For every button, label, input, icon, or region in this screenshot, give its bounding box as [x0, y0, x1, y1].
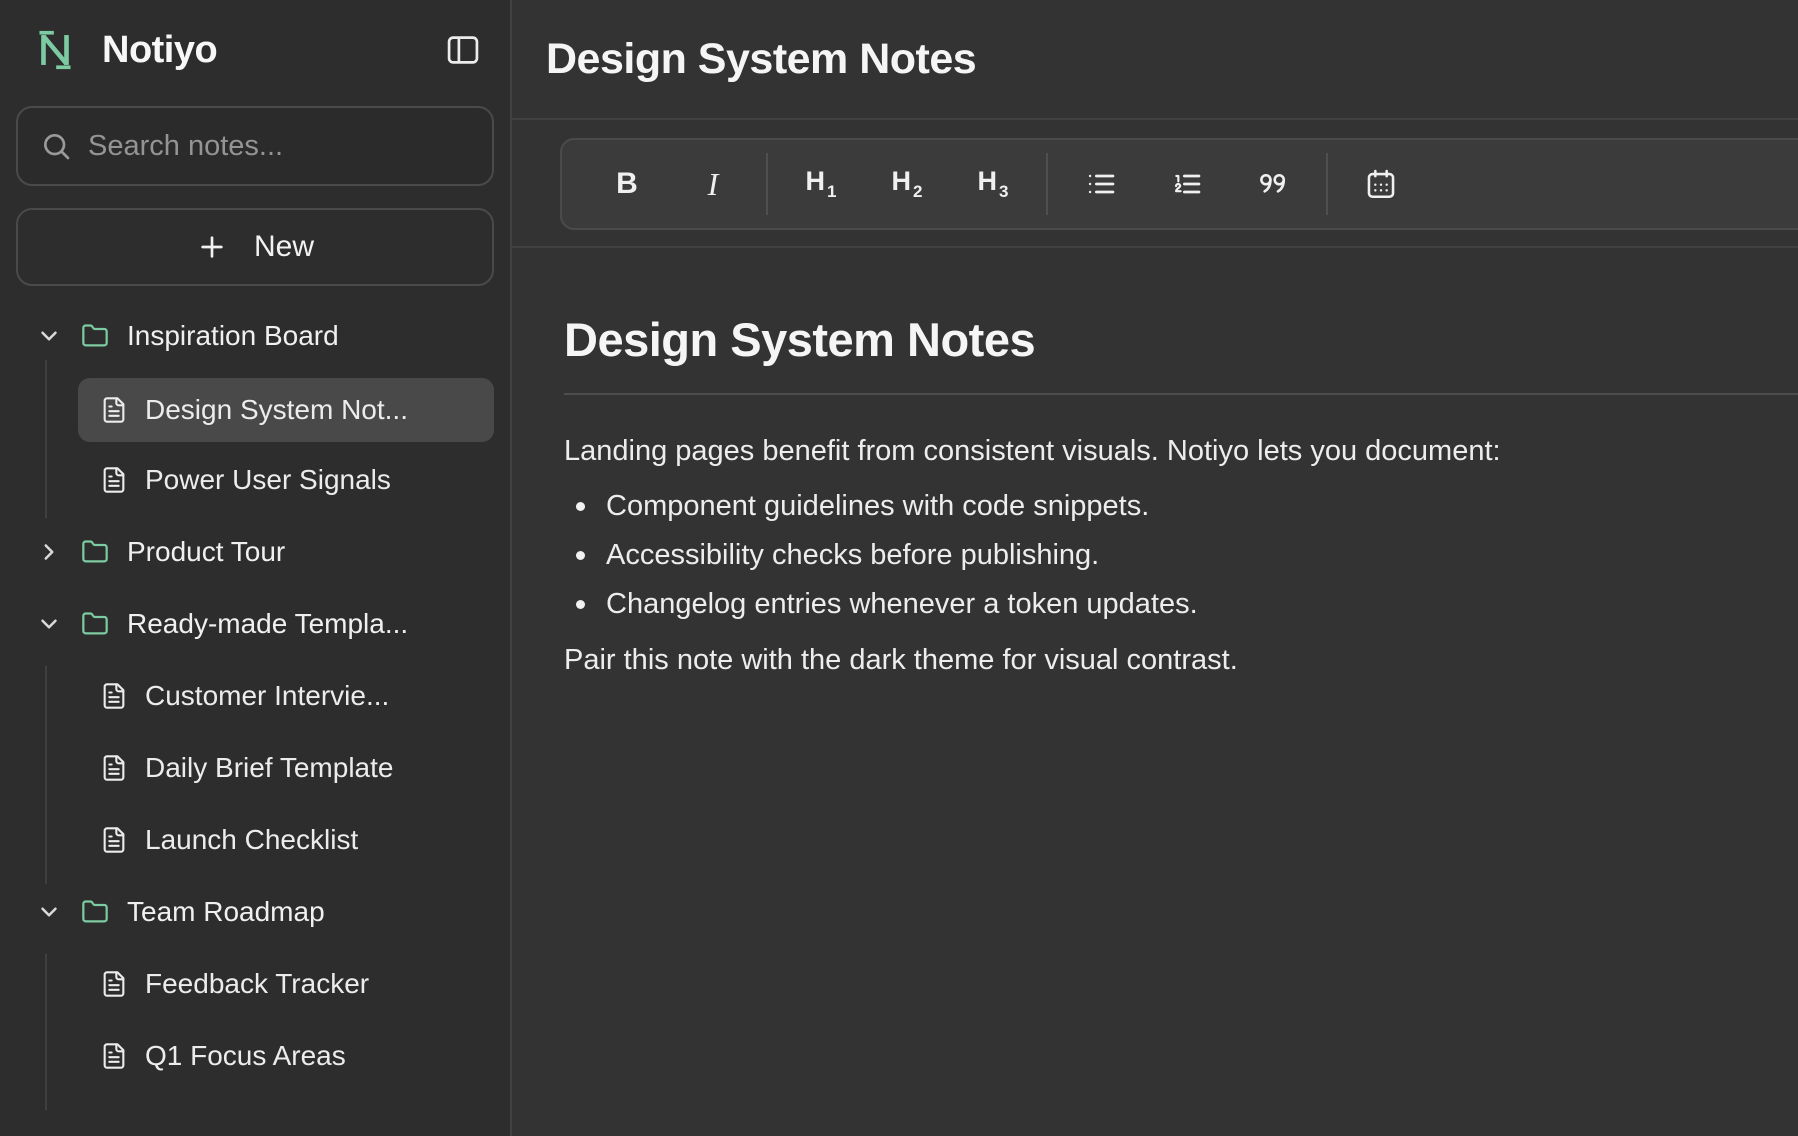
- file-text-icon: [100, 465, 128, 495]
- tree-note-q1-focus-areas[interactable]: Q1 Focus Areas: [78, 1026, 494, 1086]
- bold-button[interactable]: B: [584, 151, 670, 217]
- heading-2-icon: H2: [892, 166, 923, 201]
- search-input[interactable]: [88, 130, 470, 163]
- heading-1-button[interactable]: H1: [778, 151, 864, 217]
- calendar-button[interactable]: [1338, 151, 1424, 217]
- sidebar: Notiyo New: [0, 0, 512, 1136]
- tree-note-label: Design System Not...: [145, 394, 408, 426]
- sidebar-header: Notiyo: [16, 24, 494, 76]
- tree-folder-label: Team Roadmap: [127, 896, 325, 928]
- document-bullet-list: Component guidelines with code snippets.…: [564, 482, 1798, 629]
- bullet-list-button[interactable]: [1058, 151, 1144, 217]
- folder-icon: [80, 322, 110, 350]
- chevron-right-icon: [36, 539, 62, 565]
- notes-tree: Inspiration Board Design System Not... P…: [16, 306, 494, 1086]
- tree-note-label: Feedback Tracker: [145, 968, 369, 1000]
- sidebar-toggle-button[interactable]: [442, 29, 484, 71]
- chevron-down-icon: [36, 611, 62, 637]
- heading-2-button[interactable]: H2: [864, 151, 950, 217]
- tree-note-feedback-tracker[interactable]: Feedback Tracker: [78, 954, 494, 1014]
- app-title: Notiyo: [102, 29, 217, 72]
- search-box: [16, 106, 494, 186]
- quote-icon: [1256, 167, 1290, 201]
- tree-note-power-user-signals[interactable]: Power User Signals: [78, 450, 494, 510]
- file-text-icon: [100, 753, 128, 783]
- title-divider: [564, 393, 1798, 395]
- bullet-list-icon: [1085, 168, 1117, 200]
- document-title: Design System Notes: [564, 312, 1798, 367]
- tree-note-customer-interviews[interactable]: Customer Intervie...: [78, 666, 494, 726]
- chevron-down-icon: [36, 323, 62, 349]
- tree-note-design-system-notes[interactable]: Design System Not...: [78, 378, 494, 442]
- new-note-button-label: New: [254, 230, 314, 264]
- italic-icon: I: [708, 166, 719, 203]
- document-intro-paragraph: Landing pages benefit from consistent vi…: [564, 428, 1798, 474]
- tree-folder-inspiration-board[interactable]: Inspiration Board: [16, 306, 494, 366]
- tree-note-label: Q1 Focus Areas: [145, 1040, 346, 1072]
- tree-folder-label: Product Tour: [127, 536, 285, 568]
- document-outro-paragraph: Pair this note with the dark theme for v…: [564, 636, 1798, 685]
- bullet-item: Accessibility checks before publishing.: [576, 531, 1798, 580]
- calendar-icon: [1364, 167, 1398, 201]
- file-text-icon: [100, 825, 128, 855]
- tree-guide-line: [45, 360, 47, 518]
- toolbar-strip: B I H1 H2 H3: [512, 120, 1798, 248]
- tree-note-label: Launch Checklist: [145, 824, 358, 856]
- file-text-icon: [100, 1041, 128, 1071]
- bullet-item: Component guidelines with code snippets.: [576, 482, 1798, 531]
- tree-note-label: Customer Intervie...: [145, 680, 389, 712]
- toolbar-divider: [1046, 153, 1048, 215]
- tree-folder-team-roadmap[interactable]: Team Roadmap: [16, 882, 494, 942]
- quote-button[interactable]: [1230, 151, 1316, 217]
- note-editor[interactable]: Design System Notes Landing pages benefi…: [512, 312, 1798, 685]
- panel-left-icon: [444, 31, 482, 69]
- file-text-icon: [100, 681, 128, 711]
- heading-3-icon: H3: [978, 166, 1009, 201]
- folder-icon: [80, 538, 110, 566]
- heading-3-button[interactable]: H3: [950, 151, 1036, 217]
- tree-folder-ready-made-templates[interactable]: Ready-made Templa...: [16, 594, 494, 654]
- search-icon: [40, 130, 72, 162]
- folder-icon: [80, 898, 110, 926]
- folder-icon: [80, 610, 110, 638]
- app-logo-n-monogram-icon: [34, 27, 76, 73]
- ordered-list-button[interactable]: [1144, 151, 1230, 217]
- ordered-list-icon: [1171, 168, 1203, 200]
- tree-note-daily-brief-template[interactable]: Daily Brief Template: [78, 738, 494, 798]
- file-text-icon: [100, 395, 128, 425]
- toolbar-divider: [1326, 153, 1328, 215]
- bold-icon: B: [616, 167, 638, 201]
- tree-folder-label: Inspiration Board: [127, 320, 339, 352]
- bullet-item: Changelog entries whenever a token updat…: [576, 580, 1798, 629]
- tree-guide-line: [45, 666, 47, 884]
- heading-1-icon: H1: [806, 166, 837, 201]
- tree-folder-label: Ready-made Templa...: [127, 608, 408, 640]
- new-note-button[interactable]: New: [16, 208, 494, 286]
- tree-note-launch-checklist[interactable]: Launch Checklist: [78, 810, 494, 870]
- toolbar-divider: [766, 153, 768, 215]
- tree-note-label: Power User Signals: [145, 464, 391, 496]
- note-header: Design System Notes: [512, 0, 1798, 120]
- tree-folder-product-tour[interactable]: Product Tour: [16, 522, 494, 582]
- chevron-down-icon: [36, 899, 62, 925]
- tree-guide-line: [45, 954, 47, 1110]
- note-header-title: Design System Notes: [546, 35, 976, 84]
- main-panel: Design System Notes B I H1 H2 H3: [512, 0, 1798, 1136]
- plus-icon: [196, 231, 228, 263]
- formatting-toolbar: B I H1 H2 H3: [560, 138, 1798, 230]
- file-text-icon: [100, 969, 128, 999]
- italic-button[interactable]: I: [670, 151, 756, 217]
- tree-note-label: Daily Brief Template: [145, 752, 393, 784]
